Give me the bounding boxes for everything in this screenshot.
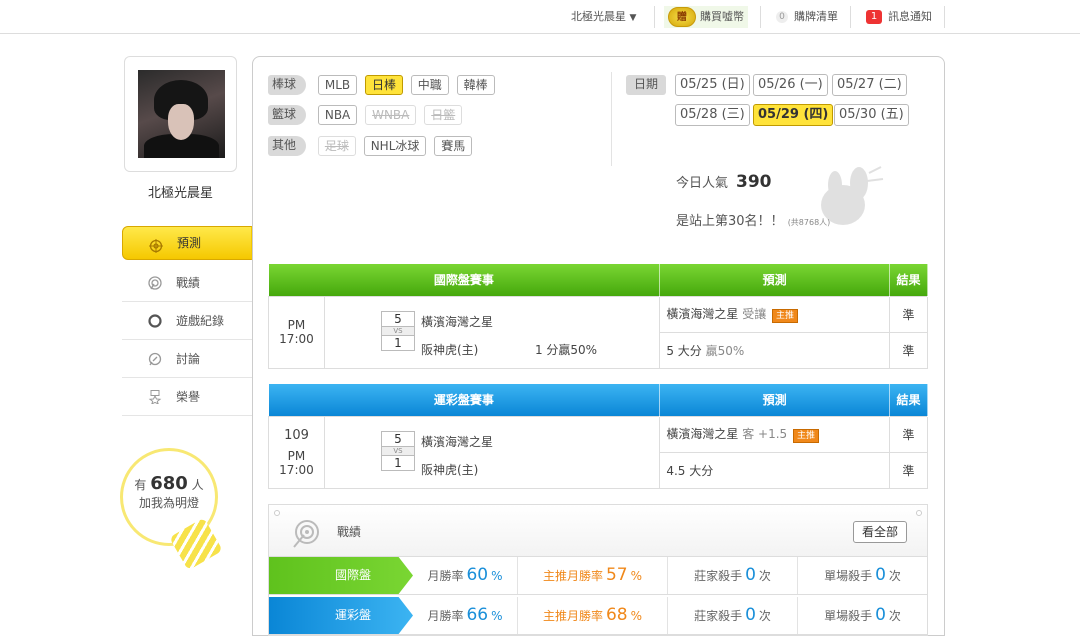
- fan-count: 680: [150, 473, 188, 494]
- record-title: 戰績: [337, 525, 362, 539]
- date-chip-0527[interactable]: 05/27 (二): [832, 74, 907, 96]
- messages-link[interactable]: 1 訊息通知: [866, 6, 932, 28]
- prediction-cell: 橫濱海灣之星 客 +1.5 主推: [659, 415, 891, 453]
- nav-item-game-log[interactable]: 遊戲紀錄: [122, 302, 252, 340]
- lottery-header-pred: 預測: [659, 384, 891, 416]
- team-away: 橫濱海灣之星: [420, 434, 493, 449]
- intl-header-result: 結果: [889, 264, 928, 296]
- discussion-icon: [148, 352, 162, 366]
- monthly-win-rate: 月勝率 66%: [427, 605, 503, 625]
- chip-soccer: 足球: [317, 136, 356, 156]
- top-pick-win-rate: 主推月勝率 57%: [517, 557, 667, 594]
- match-cell[interactable]: 5 VS 1 橫濱海灣之星 阪神虎(主): [323, 415, 661, 489]
- nav-item-honor[interactable]: 榮譽: [122, 378, 252, 416]
- avatar-frame: [124, 56, 237, 172]
- circle-icon: [148, 314, 162, 328]
- message-count-badge: 1: [866, 10, 882, 24]
- caret-down-icon: ▼: [629, 13, 637, 23]
- filter-row-baseball: 棒球 MLB 日棒 中職 韓棒: [268, 75, 499, 95]
- date-chip-0526[interactable]: 05/26 (一): [753, 74, 828, 96]
- filter-row-other: 其他 足球 NHL冰球 賽馬: [268, 136, 476, 156]
- bookie-killer: 莊家殺手 0 次: [667, 597, 797, 634]
- result-cell: 準: [889, 415, 928, 453]
- table-row: 109 PM 17:00 5 VS 1 橫濱海灣之星 阪神虎(主) 橫濱海灣之星…: [268, 415, 928, 489]
- record-box: 戰績 看全部 國際盤 月勝率 60% 主推月勝率 57% 莊家殺手 0 次 單場殺手 0 次…: [268, 504, 928, 636]
- date-chip-0525[interactable]: 05/25 (日): [675, 74, 750, 96]
- top-bar: 北極光晨星 ▼ 贈購買噓幣 0 購牌清單 1 訊息通知: [0, 0, 1080, 34]
- medal-icon: [148, 390, 162, 404]
- result-cell: 準: [889, 451, 928, 489]
- top-pick-badge: 主推: [772, 309, 799, 323]
- result-cell: 準: [889, 331, 928, 369]
- coin-icon: 贈: [668, 7, 696, 27]
- record-label: 國際盤: [269, 557, 413, 594]
- target-icon: [149, 239, 163, 253]
- chip-nba[interactable]: NBA: [317, 105, 358, 125]
- team-home: 阪神虎(主): [420, 462, 479, 477]
- monthly-win-rate: 月勝率 60%: [427, 565, 503, 585]
- record-row-intl: 國際盤 月勝率 60% 主推月勝率 57% 莊家殺手 0 次 單場殺手 0 次: [269, 557, 927, 595]
- record-icon: [293, 520, 319, 548]
- match-time: PM 17:00: [279, 448, 314, 477]
- score-away: 5: [380, 310, 415, 327]
- record-label: 運彩盤: [269, 597, 413, 634]
- popularity: 今日人氣 390: [676, 172, 772, 192]
- nav-item-discussion[interactable]: 討論: [122, 340, 252, 378]
- see-all-button[interactable]: 看全部: [852, 521, 907, 543]
- top-pick-badge: 主推: [793, 429, 820, 443]
- chip-kbo[interactable]: 韓棒: [456, 75, 495, 95]
- chip-npb[interactable]: 日棒: [364, 75, 403, 95]
- mascot-icon: [821, 166, 884, 225]
- handicap: 1 分贏50%: [534, 342, 598, 357]
- result-cell: 準: [889, 295, 928, 333]
- chip-wnba: WNBA: [365, 105, 417, 125]
- profile-name: 北極光晨星: [147, 186, 213, 201]
- cart-count-badge: 0: [776, 11, 788, 23]
- nav-item-predict[interactable]: 預測: [122, 226, 263, 260]
- intl-table: 國際盤賽事 預測 結果 PM 17:00 5 VS 1 橫濱海灣之星 阪神虎(主…: [268, 264, 928, 369]
- chip-cpbl[interactable]: 中職: [410, 75, 449, 95]
- nav-item-record[interactable]: 戰績: [122, 264, 252, 302]
- score-home: 1: [380, 454, 415, 471]
- table-row: PM 17:00 5 VS 1 橫濱海灣之星 阪神虎(主) 1 分贏50% 橫濱…: [268, 295, 928, 369]
- top-pick-win-rate: 主推月勝率 68%: [517, 597, 667, 634]
- chip-mlb[interactable]: MLB: [317, 75, 358, 95]
- chip-horse-racing[interactable]: 賽馬: [434, 136, 473, 156]
- score-home: 1: [380, 334, 415, 351]
- match-cell[interactable]: 5 VS 1 橫濱海灣之星 阪神虎(主) 1 分贏50%: [323, 295, 661, 369]
- prediction-cell: 橫濱海灣之星 受讓 主推: [659, 295, 891, 333]
- score-away: 5: [380, 430, 415, 447]
- date-chip-0529[interactable]: 05/29 (四): [753, 104, 834, 126]
- single-killer: 單場殺手 0 次: [797, 597, 927, 634]
- prediction-cell: 4.5 大分: [659, 451, 891, 489]
- lottery-table: 運彩盤賽事 預測 結果 109 PM 17:00 5 VS 1 橫濱海灣之星 阪…: [268, 384, 928, 489]
- popularity-value: 390: [736, 172, 772, 192]
- bookie-killer: 莊家殺手 0 次: [667, 557, 797, 594]
- match-number: 109: [284, 427, 309, 443]
- date-chip-0530[interactable]: 05/30 (五): [834, 104, 909, 126]
- date-label: 日期: [626, 75, 667, 95]
- user-menu[interactable]: 北極光晨星 ▼: [571, 6, 636, 28]
- team-home: 阪神虎(主): [420, 342, 479, 357]
- team-away: 橫濱海灣之星: [420, 314, 493, 329]
- intl-header-pred: 預測: [659, 264, 891, 296]
- lottery-header-match: 運彩盤賽事: [268, 384, 661, 416]
- date-chip-0528[interactable]: 05/28 (三): [675, 104, 750, 126]
- chip-jbl: 日籃: [424, 105, 463, 125]
- record-header: 戰績 看全部: [269, 505, 927, 557]
- record-icon: [148, 276, 162, 290]
- avatar[interactable]: [138, 70, 225, 158]
- cart-link[interactable]: 0 購牌清單: [776, 6, 838, 28]
- filter-row-basketball: 籃球 NBA WNBA 日籃: [268, 105, 466, 125]
- chip-nhl[interactable]: NHL冰球: [363, 136, 427, 156]
- side-nav: 預測 戰績 遊戲紀錄 討論 榮譽: [122, 226, 263, 416]
- lottery-header-result: 結果: [889, 384, 928, 416]
- intl-header-match: 國際盤賽事: [268, 264, 661, 296]
- buy-coins-button[interactable]: 贈購買噓幣: [664, 6, 748, 28]
- single-killer: 單場殺手 0 次: [797, 557, 927, 594]
- prediction-cell: 5 大分 贏50%: [659, 331, 891, 369]
- record-row-lottery: 運彩盤 月勝率 66% 主推月勝率 68% 莊家殺手 0 次 單場殺手 0 次: [269, 597, 927, 635]
- match-time: PM 17:00: [279, 318, 314, 346]
